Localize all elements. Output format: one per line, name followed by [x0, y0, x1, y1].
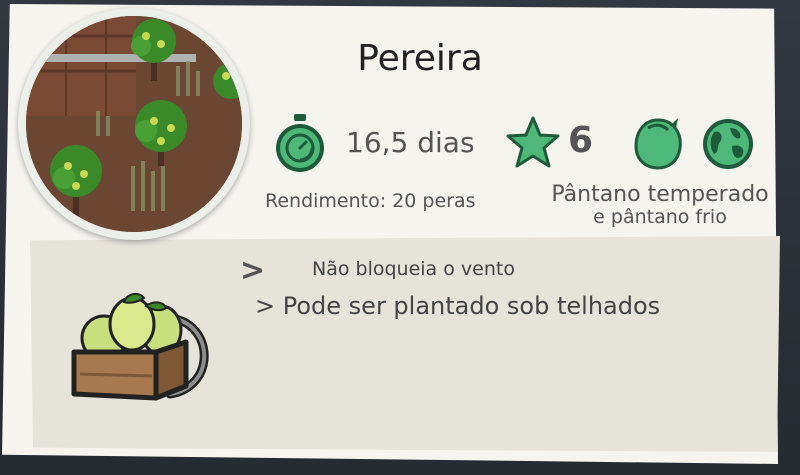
pear-tree-portrait-image	[26, 16, 242, 232]
star-value: 6	[568, 120, 594, 161]
globe-icon	[703, 119, 753, 169]
swamp-icon	[634, 118, 682, 170]
star-icon	[506, 116, 560, 168]
pear-crate-icon	[71, 292, 209, 401]
growth-duration: 16,5 dias	[346, 126, 475, 159]
biome-line-2: e pântano frio	[593, 206, 727, 228]
stopwatch-icon	[276, 114, 324, 172]
yield-label: Rendimento: 20 peras	[265, 190, 476, 212]
biome-line-1: Pântano temperado	[551, 182, 769, 207]
trait-plant-under-roof: > Pode ser plantado sob telhados	[255, 292, 661, 320]
trait-no-wind-block: Não bloqueia o vento	[312, 258, 515, 280]
stage: Pereira 16,5 dias 6 Rendimento: 20 peras…	[0, 0, 800, 475]
trait-arrow: >	[240, 253, 266, 288]
plant-title: Pereira	[357, 38, 483, 79]
plant-portrait	[18, 8, 250, 240]
